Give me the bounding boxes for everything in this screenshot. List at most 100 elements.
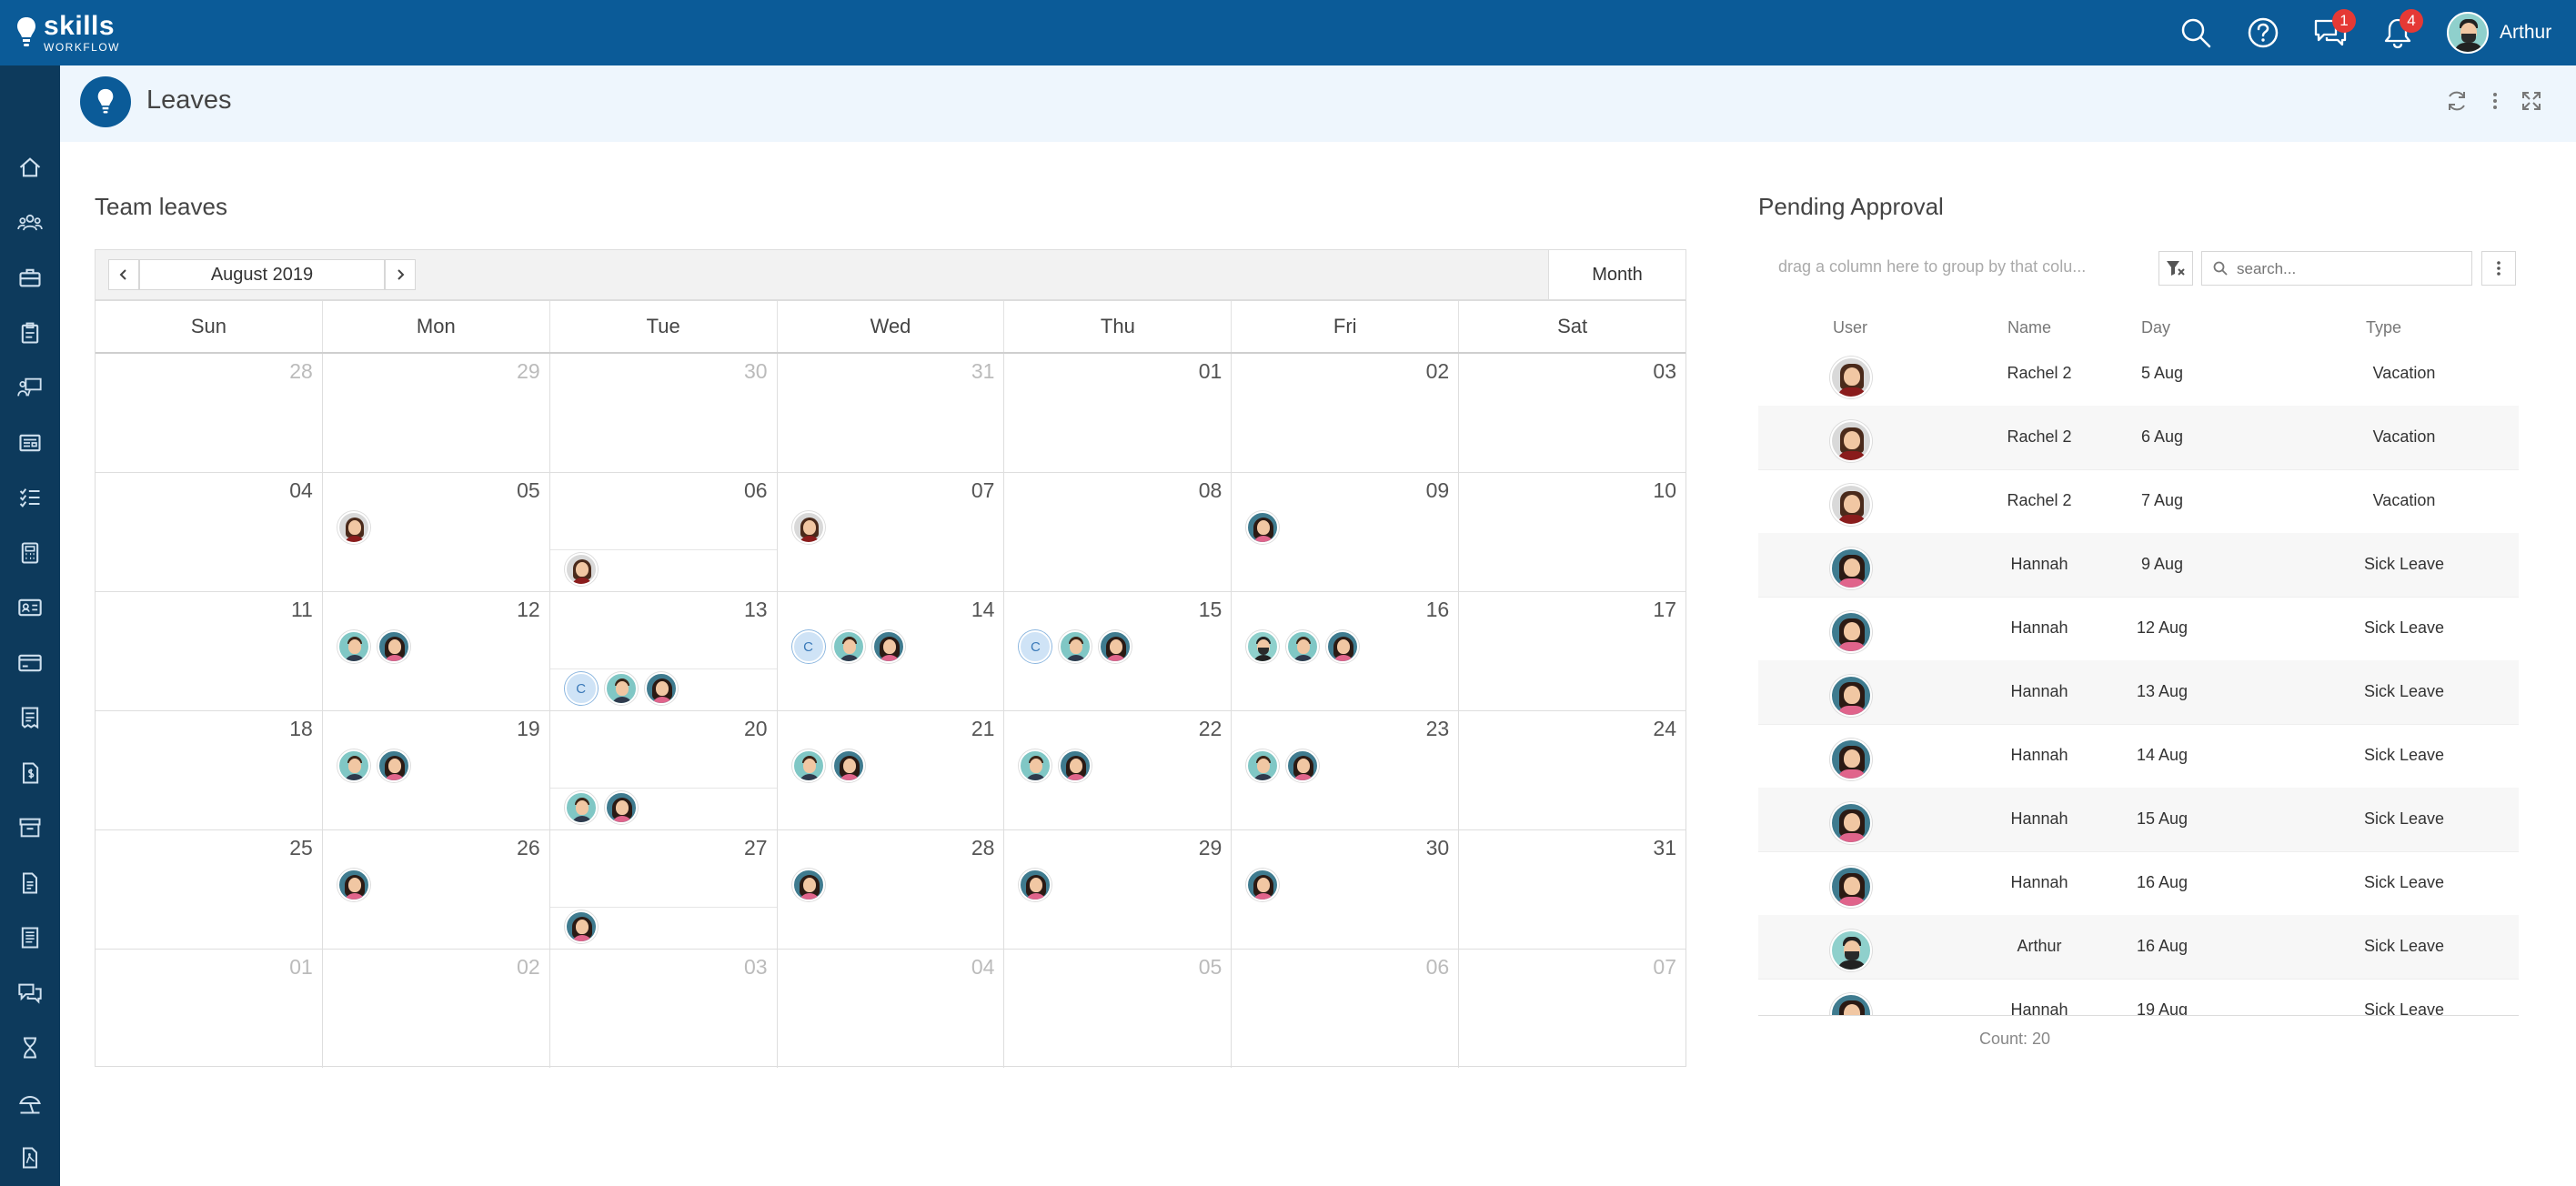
next-month-button[interactable] — [385, 259, 416, 290]
hannah-avatar[interactable] — [604, 791, 638, 824]
calendar-day-cell[interactable]: 30 — [1232, 830, 1460, 949]
calendar-day-cell[interactable]: 16 — [1232, 592, 1460, 710]
calendar-day-cell[interactable]: 05 — [1004, 950, 1233, 1068]
calendar-day-cell[interactable]: 08 — [1004, 473, 1233, 591]
current-month-label[interactable]: August 2019 — [139, 259, 385, 290]
hannah-avatar[interactable] — [871, 630, 905, 663]
initial-avatar[interactable]: C — [791, 630, 825, 663]
rachel-avatar[interactable] — [791, 511, 825, 544]
calendar-day-cell[interactable]: 29 — [323, 354, 550, 472]
man-avatar[interactable] — [337, 749, 370, 782]
refresh-button[interactable] — [2441, 85, 2472, 116]
calendar-day-cell[interactable]: 02 — [1232, 354, 1460, 472]
sidebar-item-id-card[interactable] — [0, 580, 60, 635]
calendar-day-cell[interactable]: 19 — [323, 711, 550, 829]
sidebar-item-presentation[interactable] — [0, 360, 60, 415]
calendar-day-cell[interactable]: 01 — [1004, 354, 1233, 472]
calendar-day-cell[interactable]: 13 C — [549, 592, 778, 710]
sidebar-item-clipboard[interactable] — [0, 306, 60, 360]
calendar-day-cell[interactable]: 31 — [778, 354, 1005, 472]
sidebar-item-home[interactable] — [0, 140, 60, 195]
sidebar-item-newspaper[interactable] — [0, 416, 60, 470]
clear-filter-button[interactable] — [2158, 251, 2193, 286]
calendar-day-cell[interactable]: 04 — [96, 473, 323, 591]
man-avatar[interactable] — [1286, 630, 1320, 663]
sidebar-item-calculator[interactable] — [0, 526, 60, 580]
calendar-day-cell[interactable]: 14 C — [778, 592, 1005, 710]
sidebar-item-team[interactable] — [0, 196, 60, 250]
hannah-avatar[interactable] — [791, 869, 825, 901]
calendar-day-cell[interactable]: 28 — [778, 830, 1005, 949]
sidebar-item-checklist[interactable] — [0, 470, 60, 525]
calendar-day-cell[interactable]: 18 — [96, 711, 323, 829]
month-view-button[interactable]: Month — [1548, 250, 1685, 299]
man-avatar[interactable] — [791, 749, 825, 782]
table-row[interactable]: Rachel 2 5 Aug Vacation — [1758, 342, 2519, 407]
initial-avatar[interactable]: C — [564, 672, 598, 705]
sidebar-item-beach[interactable] — [0, 1076, 60, 1131]
calendar-day-cell[interactable]: 03 — [1459, 354, 1685, 472]
table-row[interactable]: Rachel 2 6 Aug Vacation — [1758, 406, 2519, 470]
calendar-day-cell[interactable]: 21 — [778, 711, 1005, 829]
calendar-day-cell[interactable]: 01 — [96, 950, 323, 1068]
hannah-avatar[interactable] — [377, 749, 410, 782]
expand-button[interactable] — [2516, 85, 2547, 116]
calendar-day-cell[interactable]: 05 — [323, 473, 550, 591]
search-button[interactable] — [2176, 13, 2216, 53]
man-avatar[interactable] — [831, 630, 865, 663]
calendar-day-cell[interactable]: 26 — [323, 830, 550, 949]
sidebar-item-pdf[interactable] — [0, 1131, 60, 1185]
table-row[interactable]: Rachel 2 7 Aug Vacation — [1758, 469, 2519, 534]
hannah-avatar[interactable] — [1246, 869, 1280, 901]
sidebar-item-document[interactable] — [0, 856, 60, 910]
pending-more-button[interactable] — [2481, 251, 2516, 286]
man-avatar[interactable] — [1019, 749, 1052, 782]
calendar-day-cell[interactable]: 07 — [1459, 950, 1685, 1068]
man-avatar[interactable] — [604, 672, 638, 705]
calendar-day-cell[interactable]: 31 — [1459, 830, 1685, 949]
sidebar-item-archive[interactable] — [0, 800, 60, 855]
notifications-button[interactable]: 4 — [2378, 9, 2423, 53]
hannah-avatar[interactable] — [1059, 749, 1092, 782]
man-avatar[interactable] — [564, 791, 598, 824]
hannah-avatar[interactable] — [1099, 630, 1132, 663]
calendar-day-cell[interactable]: 27 — [549, 830, 778, 949]
rachel-avatar[interactable] — [564, 553, 598, 586]
calendar-day-cell[interactable]: 10 — [1459, 473, 1685, 591]
calendar-day-cell[interactable]: 17 — [1459, 592, 1685, 710]
hannah-avatar[interactable] — [1246, 511, 1280, 544]
calendar-day-cell[interactable]: 12 — [323, 592, 550, 710]
calendar-day-cell[interactable]: 11 — [96, 592, 323, 710]
calendar-day-cell[interactable]: 15 C — [1004, 592, 1233, 710]
calendar-day-cell[interactable]: 24 — [1459, 711, 1685, 829]
table-row[interactable]: Hannah 15 Aug Sick Leave — [1758, 788, 2519, 852]
calendar-day-cell[interactable]: 06 — [549, 473, 778, 591]
column-name[interactable]: Name — [2007, 318, 2051, 337]
calendar-day-cell[interactable]: 03 — [550, 950, 778, 1068]
man-avatar[interactable] — [1246, 749, 1280, 782]
calendar-day-cell[interactable]: 07 — [778, 473, 1005, 591]
table-row[interactable]: Hannah 13 Aug Sick Leave — [1758, 660, 2519, 725]
sidebar-item-chat[interactable] — [0, 966, 60, 1020]
arthur-avatar[interactable] — [1246, 630, 1280, 663]
man-avatar[interactable] — [1059, 630, 1092, 663]
hannah-avatar[interactable] — [1326, 630, 1360, 663]
man-avatar[interactable] — [337, 630, 370, 663]
calendar-day-cell[interactable]: 06 — [1232, 950, 1460, 1068]
sidebar-item-list-doc[interactable] — [0, 910, 60, 965]
calendar-day-cell[interactable]: 30 — [550, 354, 778, 472]
calendar-day-cell[interactable]: 23 — [1232, 711, 1460, 829]
hannah-avatar[interactable] — [1019, 869, 1052, 901]
help-button[interactable] — [2243, 13, 2283, 53]
group-by-drop-zone[interactable]: drag a column here to group by that colu… — [1760, 248, 2160, 285]
table-row[interactable]: Hannah 12 Aug Sick Leave — [1758, 597, 2519, 661]
sidebar-item-hourglass[interactable] — [0, 1020, 60, 1075]
calendar-day-cell[interactable]: 22 — [1004, 711, 1233, 829]
user-menu[interactable]: Arthur — [2447, 9, 2551, 56]
calendar-day-cell[interactable]: 29 — [1004, 830, 1233, 949]
column-day[interactable]: Day — [2141, 318, 2170, 337]
table-row[interactable]: Hannah 16 Aug Sick Leave — [1758, 851, 2519, 916]
table-row[interactable]: Hannah 14 Aug Sick Leave — [1758, 724, 2519, 789]
app-logo[interactable]: skills WORKFLOW — [16, 9, 120, 56]
table-row[interactable]: Arthur 16 Aug Sick Leave — [1758, 915, 2519, 980]
